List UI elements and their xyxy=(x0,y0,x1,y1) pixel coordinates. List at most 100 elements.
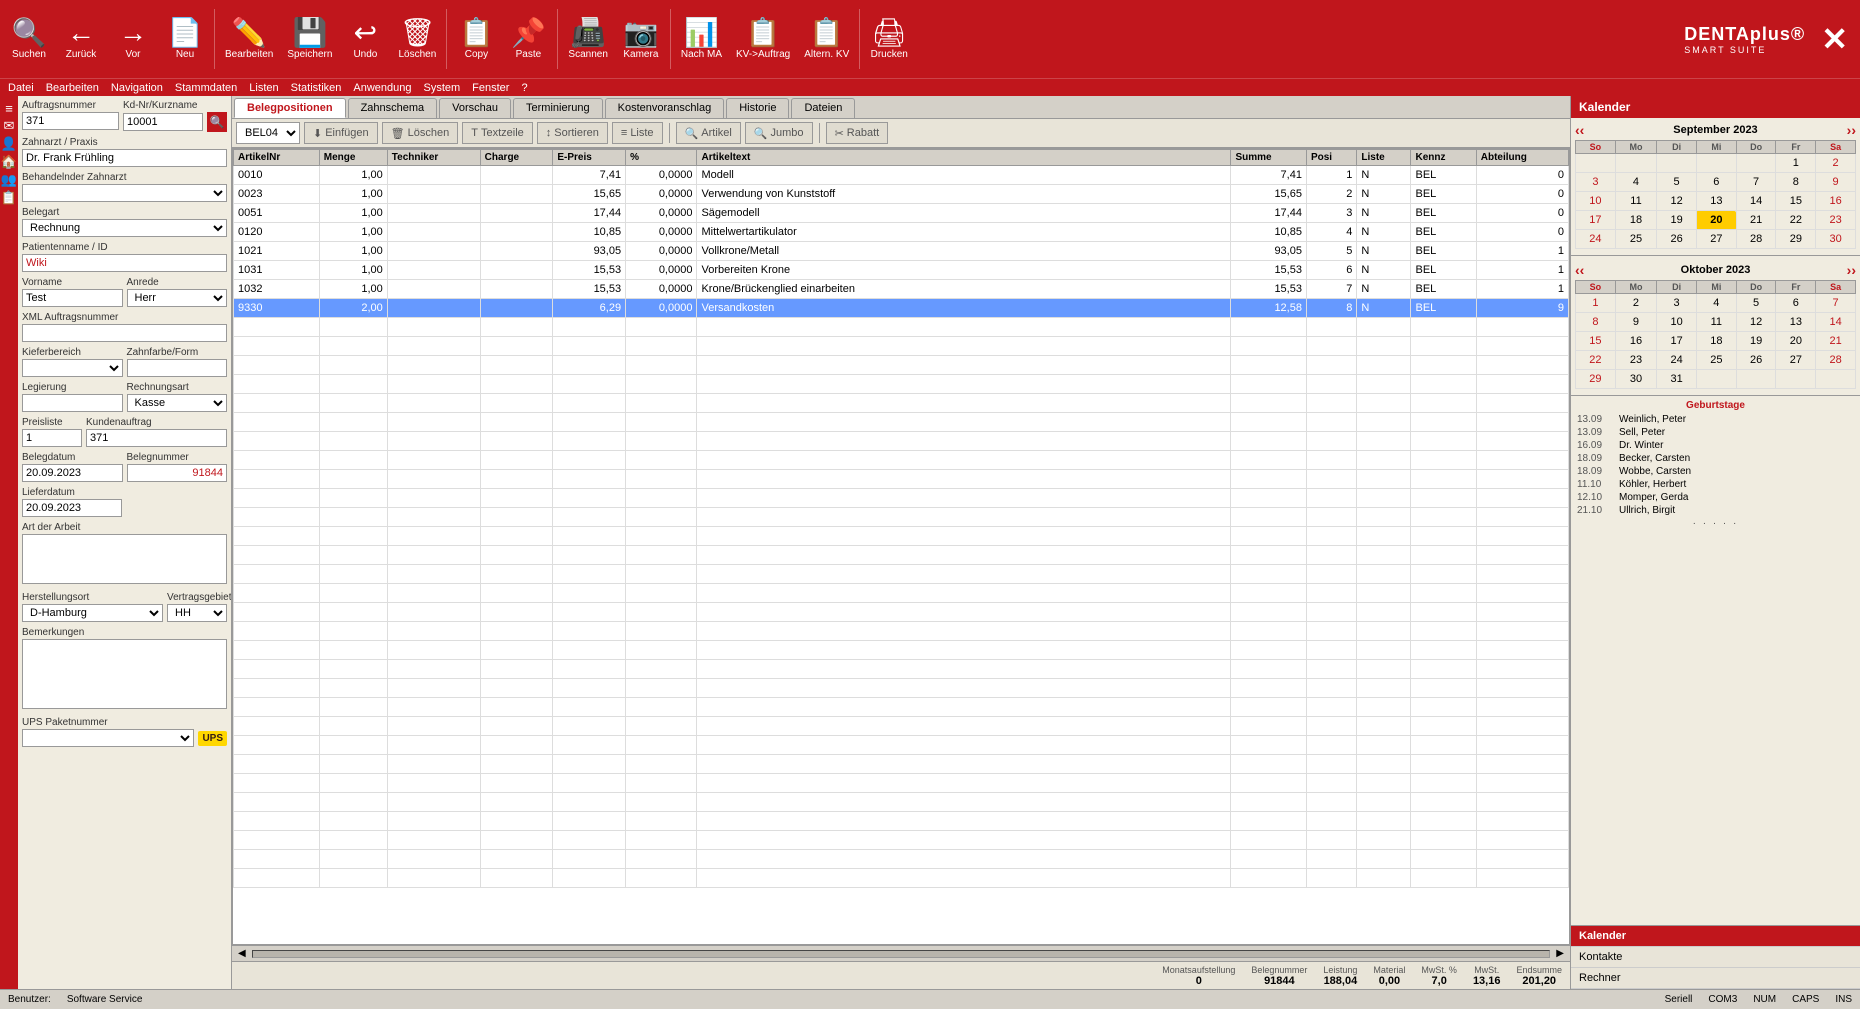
calendar-day[interactable]: 24 xyxy=(1657,351,1697,370)
kamera-button[interactable]: 📷 Kamera xyxy=(616,4,666,74)
sidebar-icon-menu[interactable]: ≡ xyxy=(1,100,17,116)
scroll-track[interactable] xyxy=(252,950,1551,958)
loeschen-button[interactable]: 🗑 Löschen xyxy=(392,4,442,74)
artikel-button[interactable]: 🔍 Artikel xyxy=(676,122,741,144)
altern-kv-button[interactable]: 📋 Altern. KV xyxy=(798,4,855,74)
nach-ma-button[interactable]: 📊 Nach MA xyxy=(675,4,728,74)
auftragsnummer-input[interactable]: 371 xyxy=(22,112,119,130)
table-row[interactable]: 1031 1,00 15,53 0,0000 Vorbereiten Krone… xyxy=(234,261,1569,280)
calendar-day[interactable]: 6 xyxy=(1696,173,1736,192)
calendar-day[interactable]: 13 xyxy=(1776,313,1816,332)
calendar-day[interactable]: 20 xyxy=(1776,332,1816,351)
rechnungsart-select[interactable]: Kasse xyxy=(127,394,228,412)
calendar-day[interactable]: 10 xyxy=(1657,313,1697,332)
calendar-day[interactable]: 1 xyxy=(1576,294,1616,313)
calendar-day[interactable]: 20 xyxy=(1696,211,1736,230)
sep-next-btn[interactable]: ›› xyxy=(1847,122,1856,138)
lieferdatum-input[interactable] xyxy=(22,499,122,517)
calendar-day[interactable]: 30 xyxy=(1615,370,1656,389)
menu-listen[interactable]: Listen xyxy=(249,82,278,94)
sidebar-icon-contacts[interactable]: 👤 xyxy=(1,136,17,152)
xml-input[interactable] xyxy=(22,324,227,342)
calendar-day[interactable]: 4 xyxy=(1696,294,1736,313)
okt-prev-btn[interactable]: ‹‹ xyxy=(1575,262,1584,278)
menu-navigation[interactable]: Navigation xyxy=(111,82,163,94)
table-row[interactable]: 9330 2,00 6,29 0,0000 Versandkosten 12,5… xyxy=(234,299,1569,318)
tab-vorschau[interactable]: Vorschau xyxy=(439,98,511,118)
calendar-day[interactable]: 15 xyxy=(1576,332,1616,351)
preisliste-input[interactable] xyxy=(22,429,82,447)
vorname-input[interactable] xyxy=(22,289,123,307)
collapse-btn[interactable]: · · · · · xyxy=(1571,517,1860,530)
calendar-day[interactable]: 14 xyxy=(1736,192,1776,211)
menu-system[interactable]: System xyxy=(423,82,460,94)
kieferbereich-select[interactable] xyxy=(22,359,123,377)
calendar-day[interactable]: 9 xyxy=(1615,313,1656,332)
calendar-day[interactable]: 7 xyxy=(1736,173,1776,192)
tab-historie[interactable]: Historie xyxy=(726,98,789,118)
calendar-day[interactable]: 8 xyxy=(1776,173,1816,192)
menu-statistiken[interactable]: Statistiken xyxy=(291,82,342,94)
beleg-loeschen-button[interactable]: 🗑 Löschen xyxy=(382,122,459,144)
calendar-day[interactable]: 18 xyxy=(1615,211,1656,230)
calendar-day[interactable]: 19 xyxy=(1736,332,1776,351)
calendar-day[interactable]: 24 xyxy=(1576,230,1616,249)
calendar-day[interactable]: 17 xyxy=(1657,332,1697,351)
zurueck-button[interactable]: ← Zurück xyxy=(56,4,106,74)
calendar-day[interactable]: 26 xyxy=(1657,230,1697,249)
calendar-day[interactable]: 26 xyxy=(1736,351,1776,370)
scroll-right-arrow[interactable]: ▶ xyxy=(1552,948,1568,959)
sidebar-icon-users[interactable]: 👥 xyxy=(1,172,17,188)
calendar-day[interactable]: 28 xyxy=(1736,230,1776,249)
kundenauftrag-input[interactable] xyxy=(86,429,227,447)
calendar-day[interactable]: 25 xyxy=(1696,351,1736,370)
scannen-button[interactable]: 📠 Scannen xyxy=(562,4,613,74)
calendar-day[interactable]: 22 xyxy=(1776,211,1816,230)
calendar-day[interactable]: 21 xyxy=(1736,211,1776,230)
menu-help[interactable]: ? xyxy=(521,82,527,94)
calendar-day[interactable]: 28 xyxy=(1816,351,1856,370)
kdnr-input[interactable]: 10001 xyxy=(123,113,203,131)
calendar-day[interactable]: 19 xyxy=(1657,211,1697,230)
tab-belegpositionen[interactable]: Belegpositionen xyxy=(234,98,346,118)
calendar-day[interactable]: 3 xyxy=(1576,173,1616,192)
calendar-day[interactable]: 14 xyxy=(1816,313,1856,332)
paste-button[interactable]: 📌 Paste xyxy=(503,4,553,74)
calendar-day[interactable]: 8 xyxy=(1576,313,1616,332)
calendar-day[interactable]: 29 xyxy=(1776,230,1816,249)
calendar-day[interactable]: 1 xyxy=(1776,154,1816,173)
sortieren-button[interactable]: ↕ Sortieren xyxy=(537,122,608,144)
menu-bearbeiten[interactable]: Bearbeiten xyxy=(46,82,99,94)
calendar-day[interactable]: 18 xyxy=(1696,332,1736,351)
vertragsgebiet-select[interactable]: HH xyxy=(167,604,227,622)
legierung-input[interactable] xyxy=(22,394,123,412)
jumbo-button[interactable]: 🔍 Jumbo xyxy=(745,122,813,144)
rechner-item[interactable]: Rechner xyxy=(1571,968,1860,989)
textzeile-button[interactable]: T Textzeile xyxy=(462,122,533,144)
tab-kostenvoranschlag[interactable]: Kostenvoranschlag xyxy=(605,98,725,118)
anrede-select[interactable]: Herr xyxy=(127,289,228,307)
kv-auftrag-button[interactable]: 📋 KV->Auftrag xyxy=(730,4,796,74)
calendar-day[interactable]: 23 xyxy=(1615,351,1656,370)
tab-zahnschema[interactable]: Zahnschema xyxy=(348,98,438,118)
zahnfarbe-input[interactable] xyxy=(127,359,228,377)
beleg-type-select[interactable]: BEL04 xyxy=(236,122,300,144)
calendar-day[interactable]: 12 xyxy=(1657,192,1697,211)
calendar-day[interactable]: 29 xyxy=(1576,370,1616,389)
calendar-day[interactable]: 13 xyxy=(1696,192,1736,211)
patientenname-input[interactable] xyxy=(22,254,227,272)
ups-select[interactable] xyxy=(22,729,194,747)
speichern-button[interactable]: 💾 Speichern xyxy=(281,4,338,74)
calendar-day[interactable]: 22 xyxy=(1576,351,1616,370)
table-row[interactable]: 0051 1,00 17,44 0,0000 Sägemodell 17,44 … xyxy=(234,204,1569,223)
menu-anwendung[interactable]: Anwendung xyxy=(353,82,411,94)
herstellungsort-select[interactable]: D-Hamburg xyxy=(22,604,163,622)
table-container[interactable]: ArtikelNr Menge Techniker Charge E-Preis… xyxy=(232,148,1570,945)
calendar-day[interactable]: 11 xyxy=(1696,313,1736,332)
einfuegen-button[interactable]: ⬇ Einfügen xyxy=(304,122,378,144)
table-row[interactable]: 1032 1,00 15,53 0,0000 Krone/Brückenglie… xyxy=(234,280,1569,299)
table-row[interactable]: 0120 1,00 10,85 0,0000 Mittelwertartikul… xyxy=(234,223,1569,242)
zahnarzt-input[interactable] xyxy=(22,149,227,167)
neu-button[interactable]: 📄 Neu xyxy=(160,4,210,74)
table-row[interactable]: 1021 1,00 93,05 0,0000 Vollkrone/Metall … xyxy=(234,242,1569,261)
